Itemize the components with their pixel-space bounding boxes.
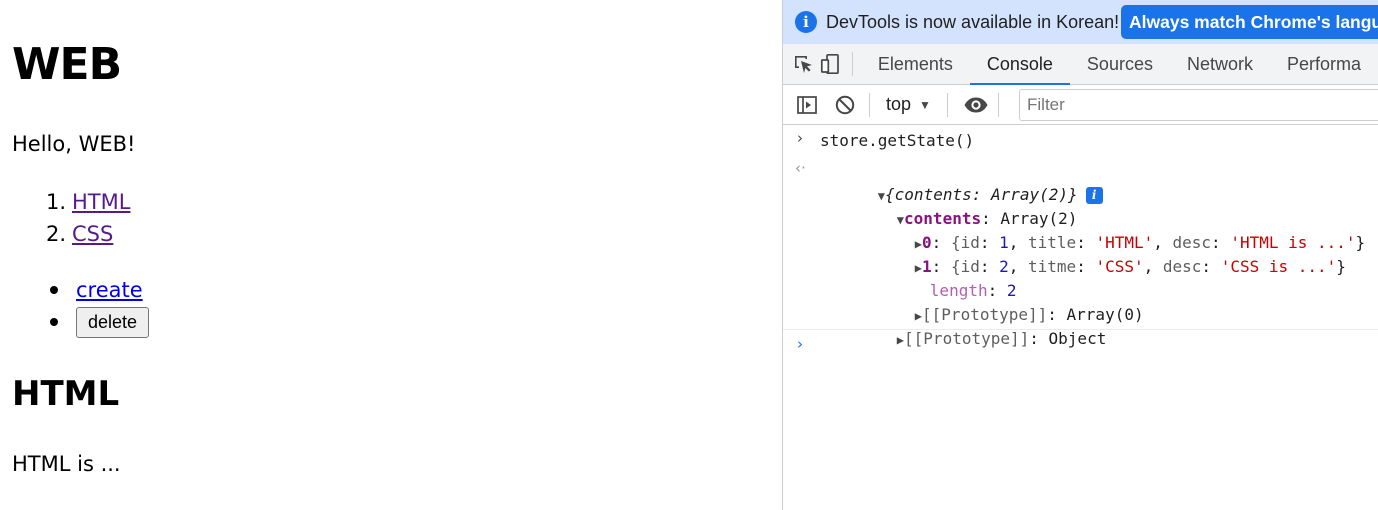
- list-number: 2.: [46, 222, 67, 246]
- console-toolbar: top ▼: [783, 85, 1378, 125]
- item-close-brace: }: [1336, 257, 1346, 276]
- context-label: top: [886, 94, 912, 114]
- greeting-text: Hello, WEB!: [12, 132, 136, 156]
- live-expression-eye-icon[interactable]: [960, 89, 992, 121]
- inspect-element-icon[interactable]: [789, 44, 817, 84]
- list-item: 2. CSS: [46, 218, 130, 250]
- list-item: create: [46, 274, 149, 306]
- toolbar-separator: [946, 92, 948, 117]
- collapse-triangle-icon[interactable]: ▶: [897, 328, 904, 352]
- tab-console[interactable]: Console: [969, 44, 1070, 85]
- length-row: length: 2: [929, 281, 1017, 300]
- bullet-icon: [50, 286, 58, 294]
- clear-console-icon[interactable]: [829, 89, 861, 121]
- desc-value: 'CSS is ...': [1220, 257, 1337, 276]
- tab-performance[interactable]: Performa: [1270, 44, 1378, 84]
- prototype-key: [[Prototype]]: [904, 329, 1030, 348]
- infobar-text: DevTools is now available in Korean!: [826, 11, 1120, 32]
- input-prompt-icon: ›: [797, 129, 803, 147]
- object-prototype-row[interactable]: ▶[[Prototype]]: Object: [839, 303, 1107, 348]
- tab-network[interactable]: Network: [1170, 44, 1270, 84]
- title-value: 'CSS': [1095, 257, 1144, 276]
- list-number: 1.: [46, 190, 67, 214]
- web-page: WEB Hello, WEB! 1. HTML 2. CSS create de…: [0, 0, 782, 510]
- topic-link-css[interactable]: CSS: [72, 218, 113, 250]
- topic-link-html[interactable]: HTML: [72, 186, 130, 218]
- console-command: store.getState(): [820, 131, 975, 150]
- delete-button[interactable]: delete: [76, 306, 150, 338]
- title-key: titme: [1028, 257, 1077, 276]
- console-input-prompt-icon[interactable]: ›: [797, 335, 803, 353]
- prototype-value: Object: [1048, 329, 1107, 348]
- result-arrow-icon: ‹·: [795, 159, 806, 177]
- control-list: create delete: [46, 274, 150, 338]
- topic-list: 1. HTML 2. CSS: [46, 186, 130, 250]
- list-item: 1. HTML: [46, 186, 130, 218]
- item-close-brace: }: [1355, 233, 1366, 252]
- devtools-panel: i DevTools is now available in Korean! A…: [782, 0, 1378, 510]
- array-prototype-row[interactable]: ▶[[Prototype]]: Array(0): [857, 279, 1144, 324]
- context-selector[interactable]: top ▼: [878, 94, 939, 115]
- article-description: HTML is ...: [12, 452, 121, 476]
- toolbar-separator: [997, 92, 999, 117]
- list-item: delete: [46, 306, 150, 338]
- language-infobar: i DevTools is now available in Korean! A…: [783, 0, 1378, 44]
- show-sidebar-icon[interactable]: [791, 89, 823, 121]
- devtools-tabbar: Elements Console Sources Network Perform…: [783, 44, 1378, 85]
- device-toolbar-icon[interactable]: [817, 44, 845, 84]
- tab-sources[interactable]: Sources: [1070, 44, 1170, 84]
- create-link[interactable]: create: [76, 274, 143, 306]
- info-icon: i: [795, 11, 817, 33]
- bullet-icon: [50, 318, 58, 326]
- article-title: HTML: [12, 374, 120, 414]
- tab-elements[interactable]: Elements: [861, 44, 970, 84]
- info-badge-icon[interactable]: i: [1085, 187, 1103, 204]
- toolbar-separator: [869, 92, 870, 117]
- match-language-button[interactable]: Always match Chrome's langua: [1121, 5, 1378, 39]
- array-item-0[interactable]: ▶0: {id: 1, title: 'HTML', desc: 'HTML i…: [857, 207, 1365, 252]
- contents-row[interactable]: ▼contents: Array(2): [839, 183, 1078, 228]
- console-filter-input[interactable]: [1019, 89, 1378, 121]
- tab-separator: [852, 52, 853, 76]
- dropdown-arrow-icon: ▼: [919, 97, 931, 112]
- console-divider: [783, 329, 1378, 330]
- result-summary-row[interactable]: ▼{contents: Array(2)} i: [820, 159, 1103, 204]
- array-item-1[interactable]: ▶1: {id: 2, titme: 'CSS', desc: 'CSS is …: [857, 231, 1346, 276]
- page-title: WEB: [12, 39, 122, 90]
- desc-key: desc: [1162, 257, 1202, 276]
